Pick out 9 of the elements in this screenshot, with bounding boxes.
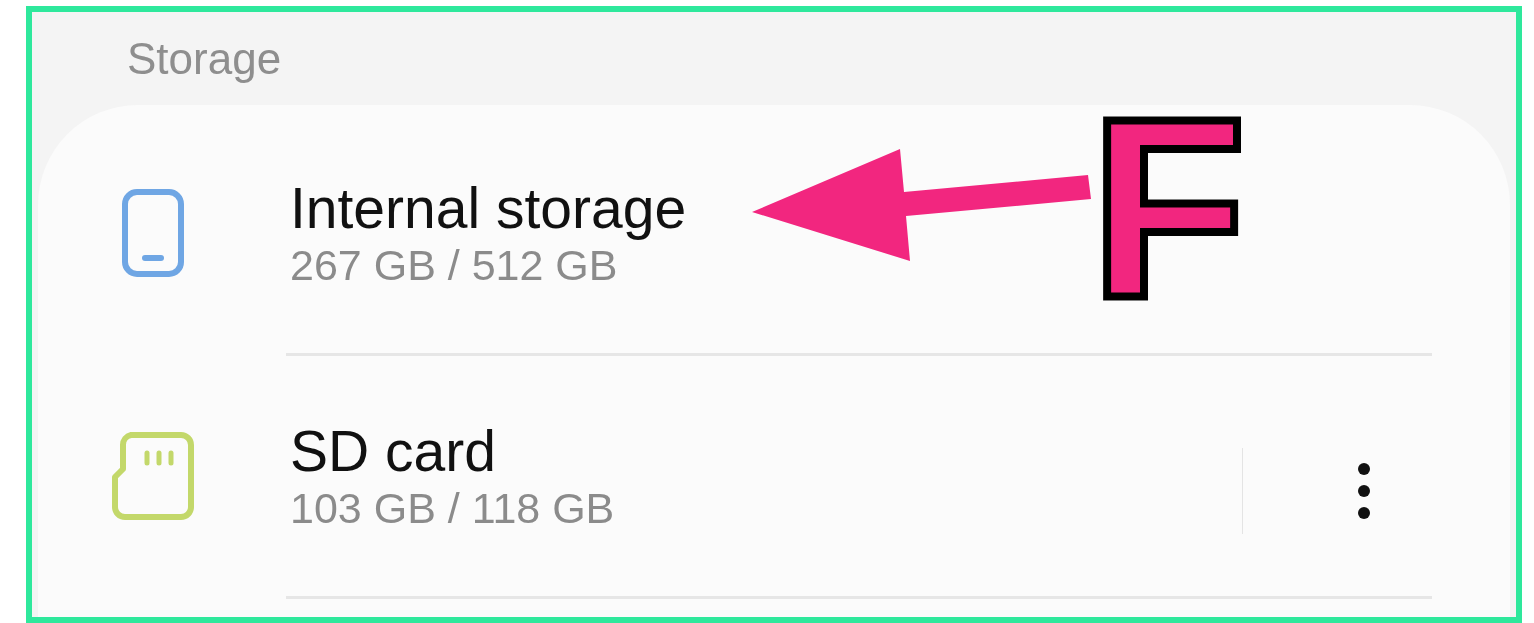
- sd-card-icon: [111, 431, 195, 521]
- item-title: Internal storage: [290, 175, 687, 242]
- item-title: SD card: [290, 418, 496, 485]
- more-options-icon[interactable]: [1356, 461, 1372, 521]
- section-title: Storage: [127, 33, 282, 85]
- annotation-letter: F: [1090, 80, 1247, 336]
- storage-usage: 267 GB / 512 GB: [290, 241, 618, 291]
- phone-icon: [121, 188, 185, 278]
- storage-usage: 103 GB / 118 GB: [290, 484, 615, 534]
